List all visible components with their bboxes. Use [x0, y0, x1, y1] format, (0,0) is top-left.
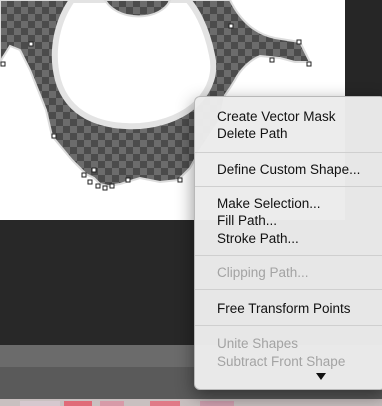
menu-separator [195, 255, 382, 256]
menu-item-unite-shapes: Unite Shapes [217, 336, 299, 351]
menu-item-clipping-path: Clipping Path... [217, 265, 309, 280]
menu-separator [195, 325, 382, 326]
menu-item-make-selection[interactable]: Make Selection... [217, 195, 321, 212]
menu-item-fill-path[interactable]: Fill Path... [217, 212, 277, 229]
chevron-down-icon[interactable] [316, 373, 326, 380]
menu-item-stroke-path[interactable]: Stroke Path... [217, 230, 299, 247]
menu-separator [195, 289, 382, 290]
menu-item-subtract-front-shape: Subtract Front Shape [217, 354, 346, 369]
menu-item-create-vector-mask[interactable]: Create Vector Mask [217, 108, 336, 125]
menu-item-define-custom-shape[interactable]: Define Custom Shape... [217, 161, 360, 178]
context-menu: Create Vector Mask Delete Path Define Cu… [194, 96, 382, 390]
menu-separator [195, 186, 382, 187]
menu-item-free-transform-points[interactable]: Free Transform Points [217, 300, 351, 317]
menu-item-delete-path[interactable]: Delete Path [217, 125, 288, 142]
menu-separator [195, 152, 382, 153]
dock-strip [0, 399, 382, 406]
